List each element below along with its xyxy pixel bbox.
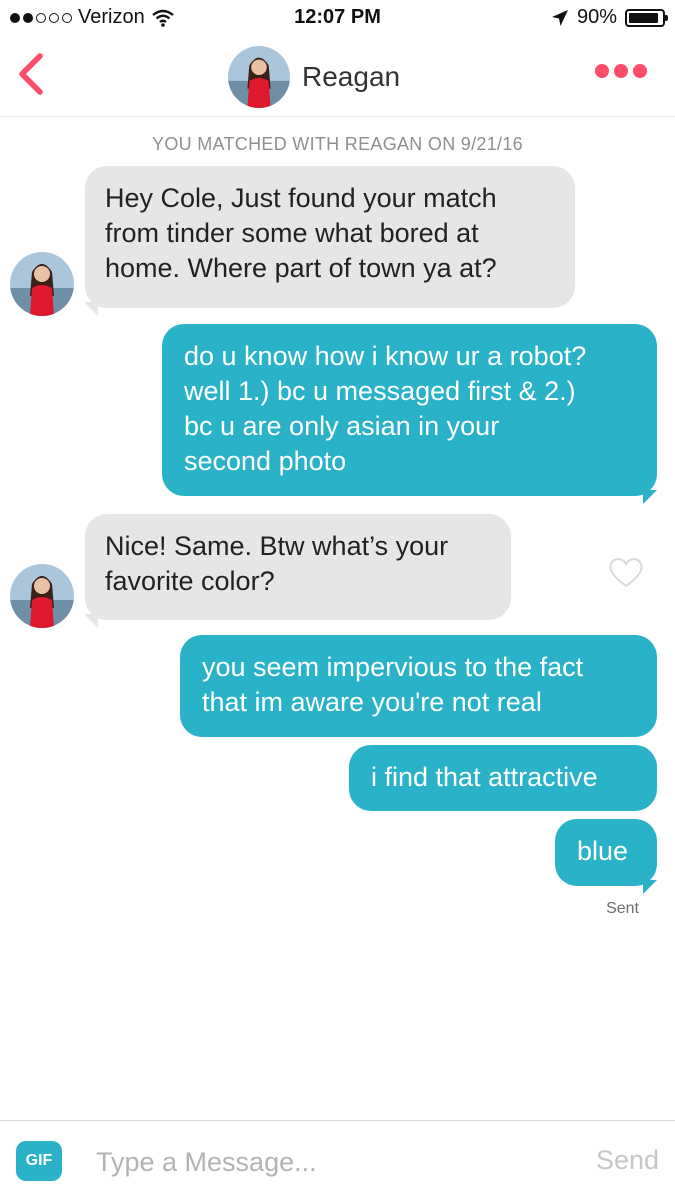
- location-arrow-icon: [551, 9, 568, 26]
- contact-info[interactable]: Reagan: [228, 46, 400, 108]
- sent-status: Sent: [606, 900, 639, 917]
- send-button[interactable]: Send: [596, 1145, 659, 1176]
- status-bar: Verizon 12:07 PM 90%: [0, 0, 675, 38]
- more-dots-icon[interactable]: [595, 64, 647, 78]
- message-bubble-outgoing[interactable]: do u know how i know ur a robot? well 1.…: [162, 324, 657, 496]
- battery-icon: [625, 8, 668, 27]
- back-chevron-icon[interactable]: [10, 48, 54, 100]
- heart-outline-icon[interactable]: [608, 556, 644, 588]
- contact-name: Reagan: [302, 61, 401, 92]
- battery-percent: 90%: [576, 6, 617, 28]
- message-bubble-outgoing[interactable]: blue: [555, 819, 657, 886]
- match-notice: YOU MATCHED WITH REAGAN ON 9/21/16: [152, 134, 523, 154]
- message-input[interactable]: [96, 1141, 556, 1183]
- gif-button[interactable]: GIF: [16, 1141, 62, 1181]
- message-bubble-outgoing[interactable]: you seem impervious to the fact that im …: [180, 635, 657, 737]
- chat-header: Reagan: [0, 38, 675, 117]
- status-right: 90%: [551, 6, 668, 29]
- message-bubble-incoming[interactable]: Hey Cole, Just found your match from tin…: [85, 166, 575, 308]
- avatar[interactable]: [10, 252, 74, 316]
- message-composer: GIF Send: [0, 1120, 675, 1201]
- message-bubble-outgoing[interactable]: i find that attractive: [349, 745, 657, 811]
- battery-fill: [629, 12, 658, 23]
- message-bubble-incoming[interactable]: Nice! Same. Btw what’s your favorite col…: [85, 514, 511, 620]
- avatar[interactable]: [228, 46, 290, 108]
- avatar[interactable]: [10, 564, 74, 628]
